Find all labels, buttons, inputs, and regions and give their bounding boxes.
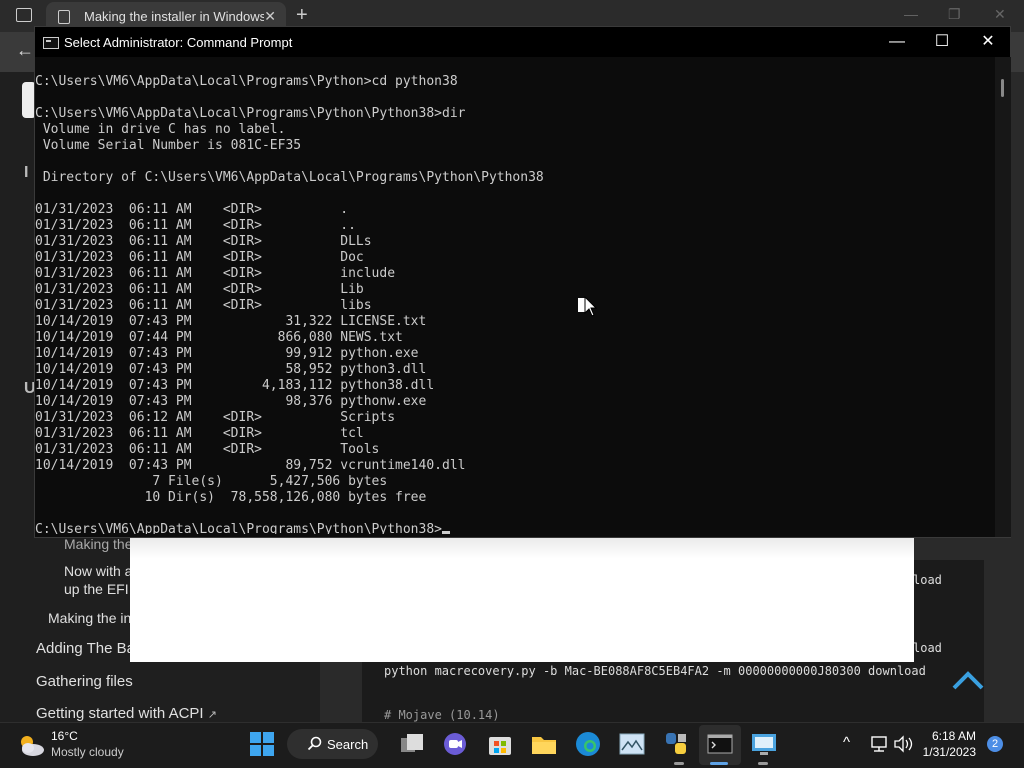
chat-icon[interactable] [441, 730, 469, 758]
browser-tab-title: Making the installer in Windows [84, 9, 264, 24]
edge-browser-icon[interactable] [574, 730, 602, 758]
sidebar-item-label: Getting started with ACPI [36, 705, 204, 722]
cmd-window-title: Select Administrator: Command Prompt [64, 35, 293, 50]
cmd-output-line: Volume in drive C has no label. [35, 122, 286, 137]
cmd-scroll-thumb[interactable] [1001, 79, 1004, 97]
maximize-button[interactable]: ☐ [919, 27, 965, 57]
scroll-to-top-icon[interactable] [950, 668, 986, 692]
weather-temperature[interactable]: 16°C [51, 729, 78, 743]
cmd-output-line: 10/14/2019 07:43 PM 31,322 LICENSE.txt [35, 314, 427, 329]
cmd-output-line: 10/14/2019 07:44 PM 866,080 NEWS.txt [35, 330, 403, 345]
new-tab-button[interactable]: + [296, 4, 308, 27]
sidebar-item[interactable]: Adding The Ba [36, 640, 135, 657]
cmd-output-line: Volume Serial Number is 081C-EF35 [35, 138, 302, 153]
search-icon [307, 736, 322, 751]
mouse-cursor-icon [578, 296, 598, 317]
cmd-output-line [35, 154, 995, 170]
sidebar-item[interactable]: Gathering files [36, 673, 133, 690]
cmd-output-line: 01/31/2023 06:11 AM <DIR> tcl [35, 426, 364, 441]
remote-desktop-icon[interactable] [750, 730, 778, 758]
show-hidden-icons-chevron-icon[interactable]: ^ [843, 734, 850, 751]
cmd-output-line: 10/14/2019 07:43 PM 98,376 pythonw.exe [35, 394, 427, 409]
cmd-prompt-line[interactable]: C:\Users\VM6\AppData\Local\Programs\Pyth… [35, 522, 995, 534]
cmd-prompt-text: C:\Users\VM6\AppData\Local\Programs\Pyth… [35, 522, 442, 534]
tab-close-icon[interactable]: ✕ [264, 8, 276, 25]
cmd-output-line: 01/31/2023 06:11 AM <DIR> Tools [35, 442, 380, 457]
search-label: Search [327, 737, 369, 752]
sidebar-item[interactable]: Getting started with ACPI ↗ [36, 705, 217, 722]
clock-time[interactable]: 6:18 AM [918, 729, 976, 743]
terminal-app-icon[interactable] [706, 730, 734, 758]
cmd-output-line [35, 186, 995, 202]
start-windows-icon[interactable] [248, 730, 276, 758]
volume-icon[interactable] [892, 734, 914, 754]
cmd-output-line: 01/31/2023 06:11 AM <DIR> Doc [35, 250, 364, 265]
network-icon[interactable] [868, 734, 890, 754]
code-line: load [913, 641, 942, 655]
page-icon [58, 10, 70, 24]
code-line: load [913, 573, 942, 587]
cmd-output-line: C:\Users\VM6\AppData\Local\Programs\Pyth… [35, 106, 466, 121]
close-button[interactable]: ✕ [965, 27, 1011, 57]
cmd-output-line: 01/31/2023 06:11 AM <DIR> DLLs [35, 234, 372, 249]
cmd-output-line: 10/14/2019 07:43 PM 4,183,112 python38.d… [35, 378, 435, 393]
back-arrow-icon[interactable]: ← [16, 40, 34, 61]
weather-condition[interactable]: Mostly cloudy [51, 745, 124, 759]
cmd-output-line: 01/31/2023 06:11 AM <DIR> libs [35, 298, 372, 313]
cmd-output-line: 01/31/2023 06:11 AM <DIR> .. [35, 218, 356, 233]
external-link-icon: ↗ [207, 709, 217, 721]
sidebar-item[interactable]: Making the in [48, 610, 131, 626]
terminal-icon [43, 37, 59, 49]
cmd-output-line: C:\Users\VM6\AppData\Local\Programs\Pyth… [35, 74, 458, 89]
image-viewer-icon[interactable] [618, 730, 646, 758]
code-line: # Mojave (10.14) [384, 708, 500, 722]
cmd-output-line: 01/31/2023 06:11 AM <DIR> . [35, 202, 349, 217]
python-installer-icon[interactable] [662, 730, 690, 758]
cmd-output-line: 7 File(s) 5,427,506 bytes [35, 474, 388, 489]
store-icon[interactable] [486, 730, 514, 758]
cmd-title-bar[interactable]: Select Administrator: Command Prompt — ☐… [35, 27, 1010, 57]
cmd-output-line [35, 506, 995, 522]
task-view-icon[interactable] [398, 730, 426, 758]
code-line: python macrecovery.py -b Mac-BE088AF8C5E… [384, 664, 926, 678]
cmd-output-line: 10/14/2019 07:43 PM 89,752 vcruntime140.… [35, 458, 466, 473]
text-cursor [442, 531, 450, 534]
browser-minimize-icon[interactable]: — [904, 6, 918, 22]
sidebar-item[interactable]: Making the [64, 536, 132, 552]
minimize-button[interactable]: — [874, 27, 920, 57]
cmd-output-line: Directory of C:\Users\VM6\AppData\Local\… [35, 170, 544, 185]
cmd-output[interactable]: C:\Users\VM6\AppData\Local\Programs\Pyth… [35, 74, 995, 534]
tab-actions-icon[interactable] [16, 8, 32, 22]
cmd-output-line: 01/31/2023 06:11 AM <DIR> Lib [35, 282, 364, 297]
cmd-scrollbar[interactable] [995, 57, 1011, 537]
cmd-output-line: 10/14/2019 07:43 PM 58,952 python3.dll [35, 362, 427, 377]
cmd-output-line [35, 90, 995, 106]
browser-maximize-icon[interactable]: ❐ [948, 6, 961, 23]
sidebar-heading-fragment: I [24, 164, 29, 181]
weather-cloud-icon[interactable] [16, 732, 46, 758]
running-indicator [758, 762, 768, 765]
cmd-output-line: 10 Dir(s) 78,558,126,080 bytes free [35, 490, 427, 505]
notification-badge[interactable]: 2 [987, 736, 1003, 752]
active-indicator [710, 762, 728, 765]
blank-window-region [130, 536, 914, 662]
sidebar-item[interactable]: Now with a [64, 563, 132, 579]
command-prompt-window[interactable]: Select Administrator: Command Prompt — ☐… [34, 26, 1011, 538]
sidebar-item[interactable]: up the EFI [64, 581, 129, 597]
cmd-output-line: 01/31/2023 06:11 AM <DIR> include [35, 266, 396, 281]
cmd-output-line: 01/31/2023 06:12 AM <DIR> Scripts [35, 410, 396, 425]
clock-date[interactable]: 1/31/2023 [918, 745, 976, 759]
file-explorer-icon[interactable] [530, 730, 558, 758]
running-indicator [674, 762, 684, 765]
cmd-output-line: 10/14/2019 07:43 PM 99,912 python.exe [35, 346, 419, 361]
browser-close-icon[interactable]: ✕ [994, 6, 1006, 23]
